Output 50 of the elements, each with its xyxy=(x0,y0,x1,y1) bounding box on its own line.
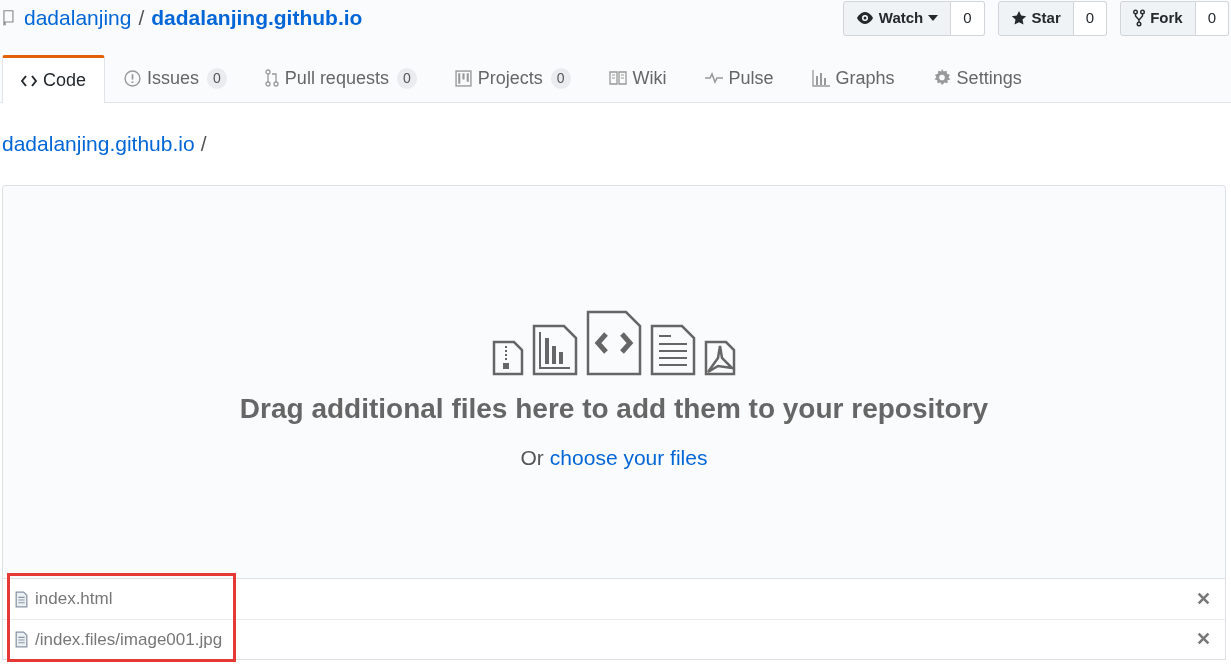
repo-tab[interactable]: Wiki xyxy=(589,54,686,102)
count-link[interactable]: 0 xyxy=(1195,0,1229,36)
file-icon xyxy=(15,590,28,608)
code-file-icon xyxy=(586,310,642,376)
count-link[interactable]: 0 xyxy=(1073,0,1108,36)
choose-files-link[interactable]: choose your files xyxy=(549,442,708,474)
owner-link[interactable]: dadalanjing xyxy=(24,2,132,34)
repo-link[interactable]: dadalanjing.github.io xyxy=(2,128,195,160)
project-board-icon xyxy=(454,69,472,87)
tab-counter: 0 xyxy=(207,67,227,89)
fork-icon xyxy=(1133,9,1146,27)
chart-file-icon xyxy=(532,324,578,376)
text-file-icon xyxy=(650,324,696,376)
drop-zone-prompt: Or xyxy=(520,445,544,471)
count-link[interactable]: 0 xyxy=(951,0,985,36)
issue-icon xyxy=(124,69,142,87)
repo-tab[interactable]: Pulse xyxy=(685,54,793,102)
repo-action-button[interactable]: Fork xyxy=(1120,0,1196,36)
bar-graph-icon xyxy=(811,69,830,87)
book-icon xyxy=(608,71,627,85)
zip-file-icon xyxy=(492,340,524,376)
path-separator: / xyxy=(138,5,145,32)
pdf-file-icon xyxy=(704,340,736,376)
drop-zone[interactable]: Drag additional files here to add them to your repository Or choose your files xyxy=(2,185,1226,579)
repo-tab[interactable]: Issues 0 xyxy=(105,54,246,102)
pulse-icon xyxy=(704,72,723,84)
code-icon xyxy=(21,74,37,87)
file-icon xyxy=(15,631,28,648)
repo-tab[interactable]: Code xyxy=(2,55,106,103)
repo-name-link[interactable]: dadalanjing.github.io xyxy=(151,2,363,34)
repo-icon xyxy=(2,9,16,27)
repo-tab[interactable]: Settings xyxy=(913,54,1041,102)
repo-tab[interactable]: Projects 0 xyxy=(435,54,590,102)
repo-tab[interactable]: Graphs xyxy=(792,54,914,102)
drop-zone-heading: Drag additional files here to add them to your repository xyxy=(239,392,989,426)
eye-icon xyxy=(855,11,874,25)
remove-file-button[interactable]: ✕ xyxy=(1194,626,1213,653)
remove-file-button[interactable]: ✕ xyxy=(1194,585,1213,613)
repo-tab[interactable]: Pull requests 0 xyxy=(245,54,436,102)
pull-request-icon xyxy=(264,69,279,87)
settings-icon xyxy=(932,69,951,87)
file-name: index.html xyxy=(35,588,113,611)
tab-counter: 0 xyxy=(550,67,571,89)
caret-icon xyxy=(928,15,939,21)
tab-counter: 0 xyxy=(396,67,417,89)
file-name: /index.files/image001.jpg xyxy=(35,628,223,651)
star-icon xyxy=(1010,10,1027,26)
path-separator: / xyxy=(200,131,207,158)
repo-action-button[interactable]: Watch xyxy=(842,0,952,36)
repo-action-button[interactable]: Star xyxy=(997,0,1074,36)
